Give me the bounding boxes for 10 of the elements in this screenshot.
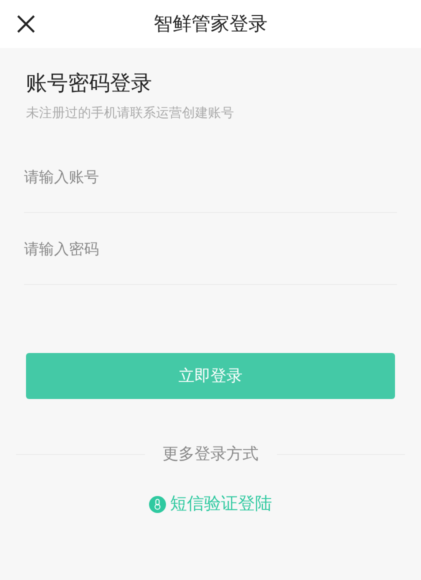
input-field[interactable]: 请输入账号 [24,141,397,213]
more-login-label: 更多登录方式 [162,443,258,465]
subtitle: 未注册过的手机请联系运营创建账号 [26,104,234,122]
input-field[interactable]: 请输入密码 [24,213,397,285]
header-title: 智鲜管家登录 [154,12,268,37]
close-icon[interactable] [16,14,36,34]
lock-icon [149,496,166,514]
sms-login-link[interactable]: 短信验证登陆 [149,492,272,518]
login-button[interactable]: 立即登录 [26,353,395,399]
page-heading: 账号密码登录 [26,70,152,97]
